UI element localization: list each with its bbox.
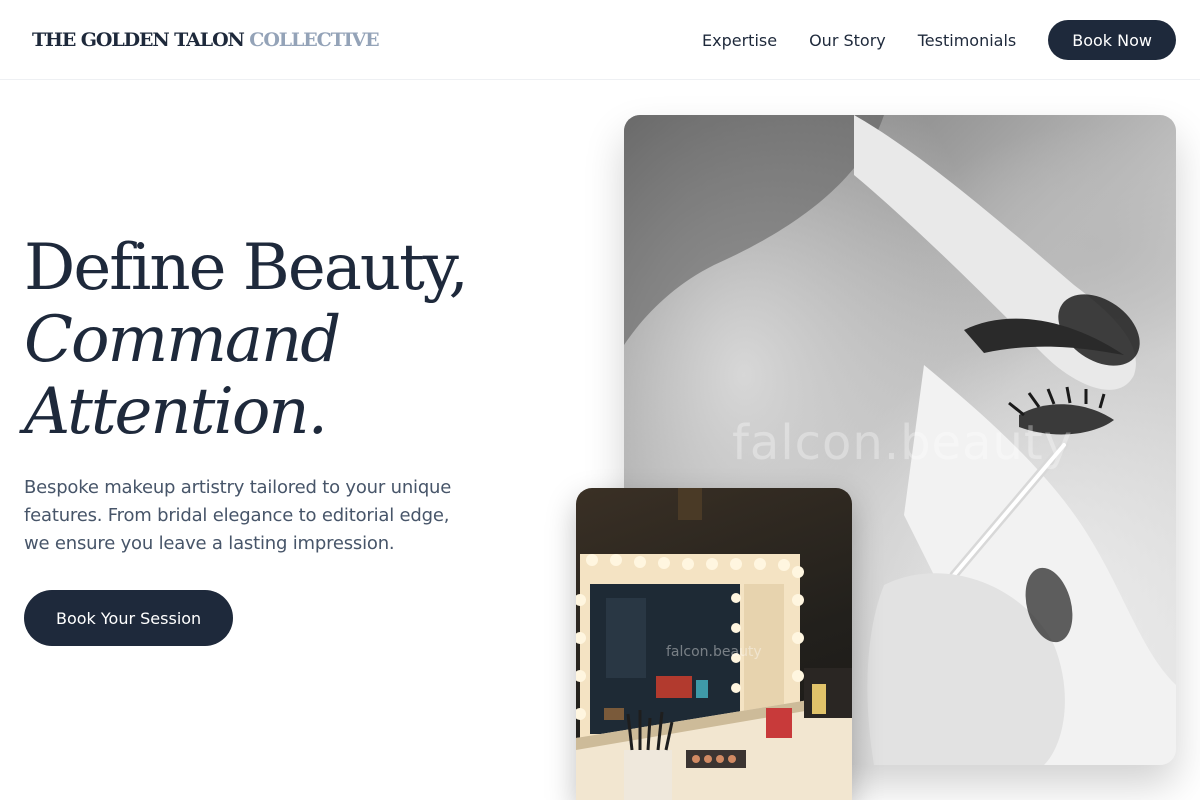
- brand-name-sub: COLLECTIVE: [243, 29, 379, 51]
- brand-logo[interactable]: THE GOLDEN TALON COLLECTIVE: [32, 28, 380, 52]
- nav-link-our-story[interactable]: Our Story: [809, 31, 886, 50]
- nav-link-testimonials[interactable]: Testimonials: [918, 31, 1017, 50]
- hero-subtitle: Bespoke makeup artistry tailored to your…: [24, 477, 452, 554]
- book-now-button[interactable]: Book Now: [1048, 20, 1176, 60]
- hero-title-line-3: Attention.: [24, 375, 328, 449]
- secondary-image-watermark: falcon.beauty: [666, 644, 762, 660]
- main-nav: Expertise Our Story Testimonials Book No…: [702, 20, 1176, 60]
- hero-title-line-2: Command: [24, 303, 341, 377]
- brand-name-main: THE GOLDEN TALON: [32, 29, 245, 51]
- hero-title-line-1: Define Beauty,: [24, 231, 469, 305]
- site-header: THE GOLDEN TALON COLLECTIVE Expertise Ou…: [0, 0, 1200, 80]
- main-image-watermark: falcon.beauty: [732, 415, 1074, 471]
- vanity-mirror-image: falcon.beauty: [576, 488, 852, 800]
- nav-link-expertise[interactable]: Expertise: [702, 31, 777, 50]
- book-session-button[interactable]: Book Your Session: [24, 590, 234, 646]
- hero-title: Define Beauty, Command Attention.: [24, 231, 469, 449]
